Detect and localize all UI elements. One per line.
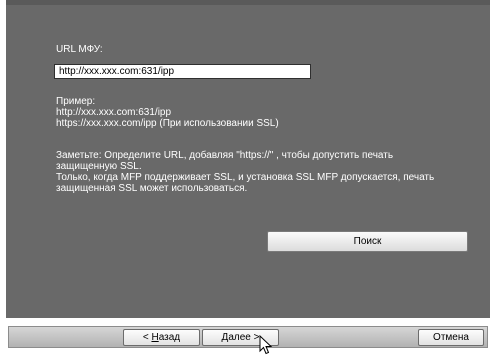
mouse-pointer-icon bbox=[259, 335, 273, 355]
note-line-1: Заметьте: Определите URL, добавляя "http… bbox=[56, 150, 394, 161]
note-line-4: защищенная SSL может использоваться. bbox=[56, 183, 248, 194]
back-accelerator: Н bbox=[151, 332, 159, 343]
example-line-2: https://xxx.xxx.com/ipp (При использован… bbox=[56, 118, 279, 129]
search-button[interactable]: Поиск bbox=[267, 231, 468, 252]
note-line-3: Только, когда MFP поддерживает SSL, и ус… bbox=[56, 172, 435, 183]
url-input[interactable] bbox=[54, 64, 311, 79]
note-line-2: защищенную SSL. bbox=[56, 161, 142, 172]
cancel-button[interactable]: Отмена bbox=[418, 329, 484, 346]
header-strip bbox=[6, 0, 490, 5]
url-label: URL МФУ: bbox=[56, 44, 103, 55]
example-heading: Пример: bbox=[56, 96, 96, 107]
example-line-1: http://xxx.xxx.com:631/ipp bbox=[56, 107, 172, 118]
next-label: алее > bbox=[228, 332, 260, 343]
back-button[interactable]: < Назад bbox=[123, 329, 200, 346]
navigation-bar: < Назад Далее > Отмена bbox=[8, 326, 488, 348]
back-label: азад bbox=[158, 332, 181, 343]
